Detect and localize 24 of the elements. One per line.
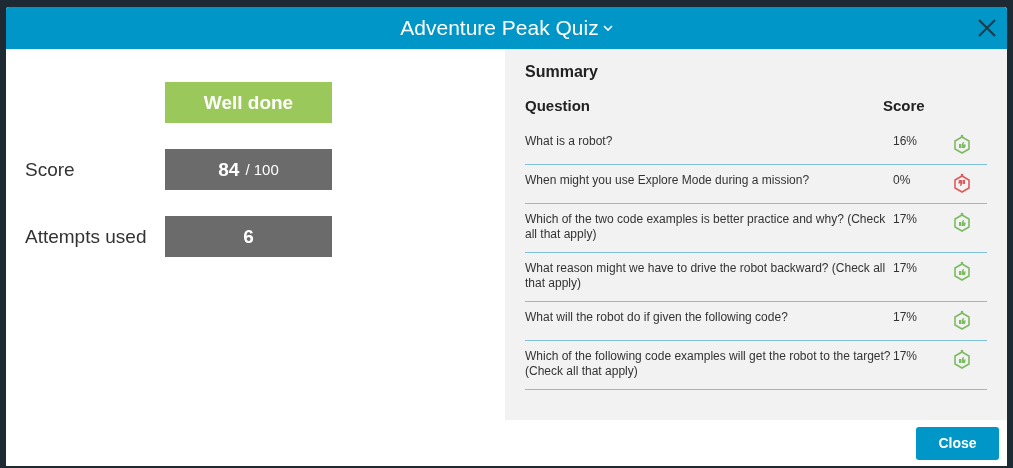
stat-label: Score [25, 158, 76, 181]
question-text: What reason might we have to drive the robot backward? (Check all that apply) [525, 261, 887, 291]
question-score: 17% [893, 261, 919, 276]
chevron-down-icon[interactable] [602, 24, 613, 32]
question-text: What is a robot? [525, 134, 614, 149]
question-score: 17% [893, 349, 919, 364]
summary-title: Summary [525, 63, 599, 81]
question-score: 17% [893, 212, 919, 227]
question-text: Which of the following code examples will get the robot to the target? (Check all that apply) [525, 349, 892, 379]
question-score: 0% [893, 173, 912, 188]
close-button[interactable]: Close [916, 426, 999, 460]
question-text: Which of the two code examples is better practice and why? (Check all that apply) [525, 212, 887, 242]
stat-value: 6 [243, 225, 254, 248]
result-badge: Well done [165, 82, 332, 123]
stat-value: 84 [218, 158, 240, 181]
stat-total: / 100 [245, 161, 279, 178]
column-header: Score [883, 97, 926, 114]
column-header: Question [525, 97, 591, 114]
question-text: When might you use Explore Mode during a mission? [525, 173, 811, 188]
stat-label: Attempts used [25, 225, 148, 248]
question-score: 16% [893, 134, 919, 149]
question-text: What will the robot do if given the following code? [525, 310, 789, 325]
question-score: 17% [893, 310, 919, 325]
dialog-title: Adventure Peak Quiz [400, 16, 599, 40]
